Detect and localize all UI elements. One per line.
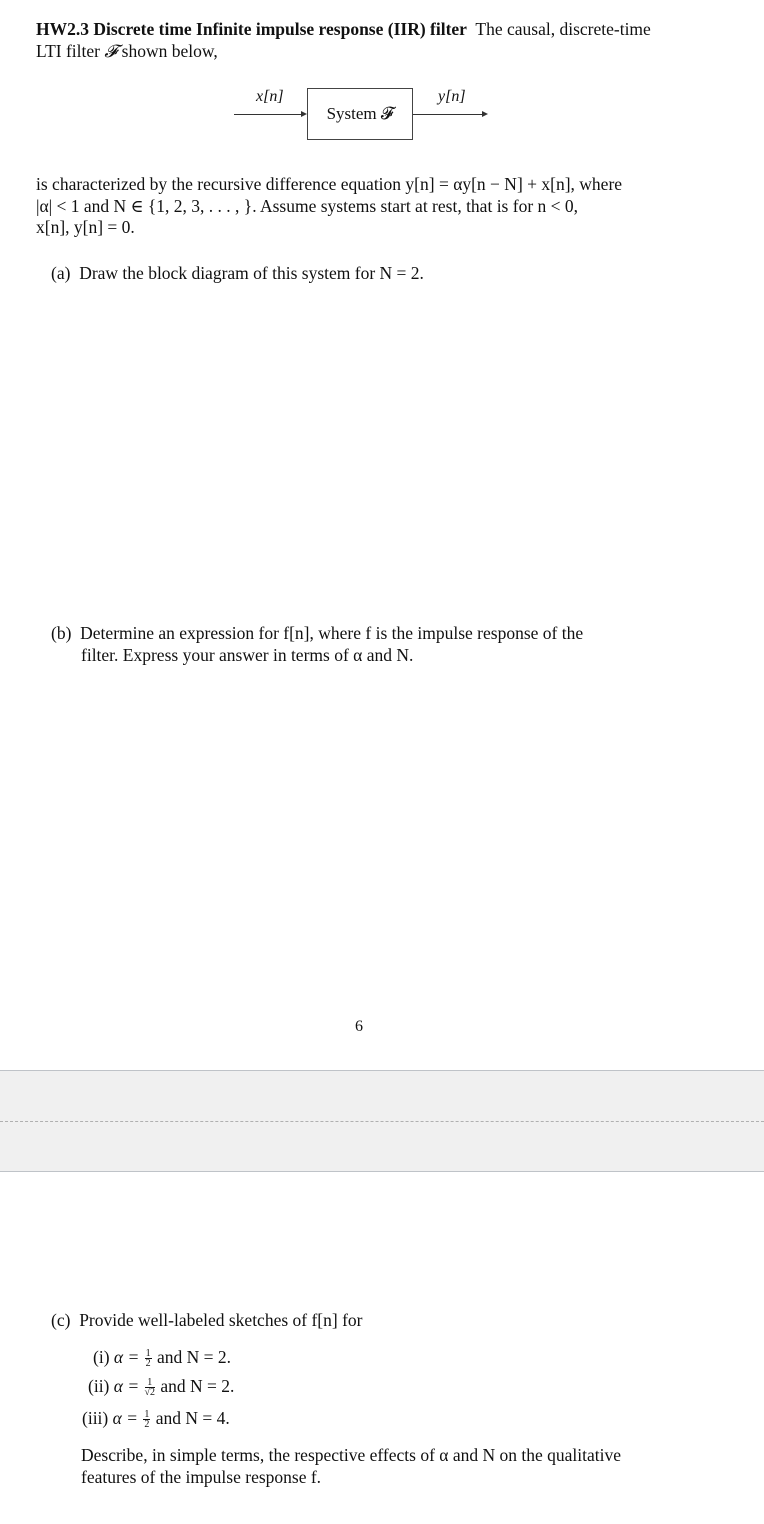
part-c-describe-2: features of the impulse response f.: [81, 1467, 322, 1487]
problem-title: HW2.3 Discrete time Infinite impulse res…: [36, 19, 467, 39]
part-a-text: Draw the block diagram of this system fo…: [79, 263, 424, 283]
part-a-label: (a): [51, 263, 71, 283]
item-label: (i): [93, 1347, 110, 1367]
item-suffix: and N = 2.: [160, 1376, 235, 1396]
item-suffix: and N = 4.: [155, 1408, 230, 1428]
item-suffix: and N = 2.: [157, 1347, 232, 1367]
description-line-3: x[n], y[n] = 0.: [36, 217, 135, 237]
part-c-text: Provide well-labeled sketches of f[n] fo…: [79, 1310, 363, 1330]
denominator: 2: [145, 1358, 151, 1370]
page-6: HW2.3 Discrete time Infinite impulse res…: [0, 0, 764, 1070]
item-label: (ii): [88, 1376, 110, 1396]
page-7: (c) Provide well-labeled sketches of f[n…: [0, 1172, 764, 1524]
part-c: (c) Provide well-labeled sketches of f[n…: [51, 1309, 363, 1331]
description-line-1: is characterized by the recursive differ…: [36, 174, 623, 194]
system-box: System 𝓕: [307, 88, 413, 140]
intro-text-post: shown below,: [117, 41, 218, 61]
alpha-prefix: α =: [112, 1408, 138, 1428]
output-arrow: [413, 114, 483, 115]
intro-text: LTI filter: [36, 41, 105, 61]
part-c-item-i: (i) α = 12 and N = 2.: [93, 1346, 232, 1370]
problem-intro-1: The causal, discrete-time: [475, 19, 651, 39]
denominator: √2: [144, 1387, 156, 1399]
part-c-describe-1: Describe, in simple terms, the respectiv…: [81, 1445, 621, 1465]
input-arrow: [234, 114, 302, 115]
filter-symbol: 𝓕: [104, 41, 118, 61]
page-break-line: [0, 1121, 764, 1122]
alpha-prefix: α =: [113, 1376, 140, 1396]
part-a: (a) Draw the block diagram of this syste…: [51, 262, 424, 284]
fraction: 12: [144, 1349, 152, 1370]
part-b-text-2: filter. Express your answer in terms of …: [81, 645, 414, 665]
system-block-diagram: x[n] System 𝓕 y[n]: [230, 84, 500, 146]
description-line-2: |α| < 1 and N ∈ {1, 2, 3, . . . , }. Ass…: [36, 196, 579, 216]
alpha-prefix: α =: [113, 1347, 140, 1367]
page-number: 6: [355, 1018, 363, 1035]
output-arrowhead: [482, 111, 488, 117]
part-c-item-ii: (ii) α = 1 √2 and N = 2.: [88, 1375, 235, 1399]
fraction: 1 √2: [144, 1378, 156, 1399]
problem-intro-2: LTI filter 𝓕 shown below,: [36, 40, 218, 62]
output-signal-label: y[n]: [438, 88, 466, 105]
denominator: 2: [144, 1419, 150, 1431]
part-c-item-iii: (iii) α = 12 and N = 4.: [82, 1407, 230, 1431]
part-b-label: (b): [51, 623, 72, 643]
input-signal-label: x[n]: [256, 88, 284, 105]
problem-header: HW2.3 Discrete time Infinite impulse res…: [36, 18, 651, 40]
part-c-label: (c): [51, 1310, 71, 1330]
part-b: (b) Determine an expression for f[n], wh…: [51, 622, 583, 644]
fraction: 12: [143, 1410, 151, 1431]
part-b-text-1: Determine an expression for f[n], where …: [80, 623, 584, 643]
page-gap-separator: [0, 1070, 764, 1172]
item-label: (iii): [82, 1408, 109, 1428]
